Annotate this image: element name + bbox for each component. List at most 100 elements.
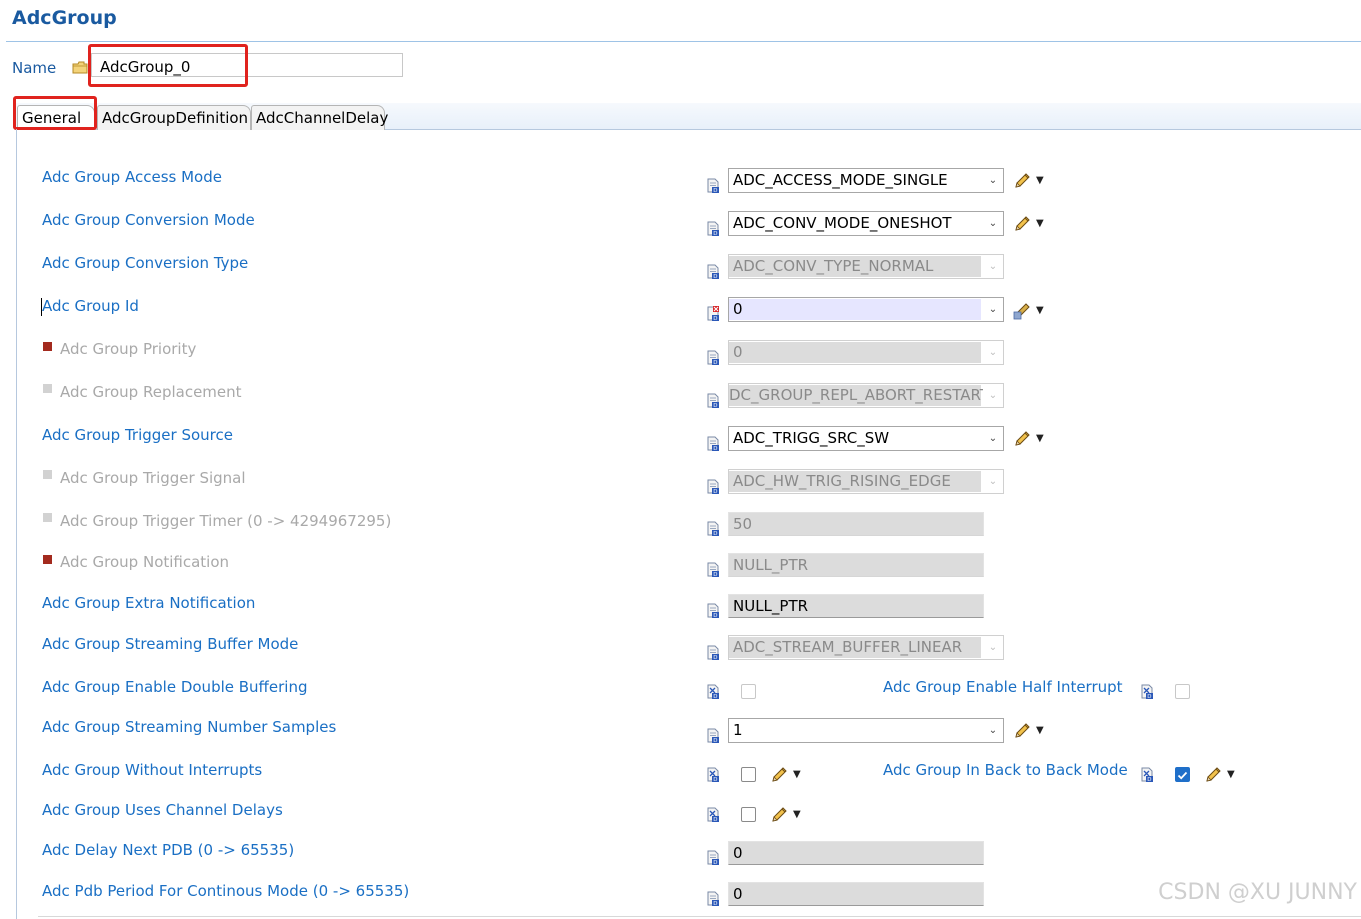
field-info-icon [707,562,720,577]
chevron-down-icon[interactable]: ⌄ [983,298,1003,321]
folder-icon [72,61,88,74]
replacement-select: DC_GROUP_REPL_ABORT_RESTART ⌄ [728,383,1004,408]
dropdown-arrow-icon[interactable]: ▼ [1036,175,1044,186]
bottom-divider [38,916,1361,917]
pdb-period-input[interactable]: 0 [728,882,984,906]
name-label: Name [12,59,57,77]
access-mode-value: ADC_ACCESS_MODE_SINGLE [733,171,948,189]
dropdown-arrow-icon[interactable]: ▼ [1227,769,1235,780]
field-boolean-icon [1141,767,1154,782]
field-info-icon [707,264,720,279]
streaming-buffer-mode-select: ADC_STREAM_BUFFER_LINEAR ⌄ [728,635,1004,660]
uses-channel-delays-checkbox[interactable] [741,807,756,822]
label-without-interrupts: Adc Group Without Interrupts [42,761,263,779]
field-boolean-icon [1141,684,1154,699]
dropdown-arrow-icon[interactable]: ▼ [793,769,801,780]
trigger-signal-select: ADC_HW_TRIG_RISING_EDGE ⌄ [728,469,1004,494]
chevron-down-icon: ⌄ [983,255,1003,278]
label-enable-double-buffering: Adc Group Enable Double Buffering [42,678,308,696]
field-info-icon [707,479,720,494]
check-icon [1177,771,1188,780]
field-info-icon [707,850,720,865]
tab-adcchanneldelay[interactable]: AdcChannelDelay [251,105,388,130]
dropdown-arrow-icon[interactable]: ▼ [1036,725,1044,736]
trigger-timer-input: 50 [728,512,984,536]
field-info-icon [707,521,720,536]
replacement-value: DC_GROUP_REPL_ABORT_RESTART [729,386,989,404]
pencil-edit-icon[interactable] [1013,172,1031,190]
label-extra-notification: Adc Group Extra Notification [42,594,256,612]
label-trigger-source: Adc Group Trigger Source [42,426,233,444]
chevron-down-icon[interactable]: ⌄ [983,719,1003,742]
trigger-source-select[interactable]: ADC_TRIGG_SRC_SW ⌄ [728,426,1004,451]
without-interrupts-checkbox[interactable] [741,767,756,782]
streaming-number-samples-select[interactable]: 1 ⌄ [728,718,1004,743]
label-group-id: Adc Group Id [42,297,139,315]
access-mode-select[interactable]: ADC_ACCESS_MODE_SINGLE ⌄ [728,168,1004,193]
chevron-down-icon: ⌄ [983,384,1003,407]
trigger-signal-value: ADC_HW_TRIG_RISING_EDGE [733,472,951,490]
label-priority: Adc Group Priority [60,340,197,358]
conversion-mode-value: ADC_CONV_MODE_ONESHOT [733,214,952,232]
enable-double-buffering-checkbox[interactable] [741,684,756,699]
priority-value: 0 [733,343,743,361]
pencil-edit-icon[interactable] [1204,766,1222,784]
name-highlight-box [88,44,248,87]
label-trigger-timer: Adc Group Trigger Timer (0 -> 4294967295… [60,512,392,530]
chevron-down-icon[interactable]: ⌄ [983,169,1003,192]
chevron-down-icon: ⌄ [983,470,1003,493]
watermark: CSDN @XU JUNNY [1158,880,1357,905]
pencil-edit-icon[interactable] [770,766,788,784]
dropdown-arrow-icon[interactable]: ▼ [1036,305,1044,316]
notification-input: NULL_PTR [728,553,984,577]
label-trigger-signal: Adc Group Trigger Signal [60,469,246,487]
delay-next-pdb-input[interactable]: 0 [728,841,984,865]
extra-notification-input[interactable]: NULL_PTR [728,594,984,618]
chevron-down-icon: ⌄ [983,341,1003,364]
field-info-icon [707,221,720,236]
optional-marker-icon [43,513,52,522]
required-marker-icon [43,555,52,564]
field-info-icon [707,350,720,365]
pencil-edit-icon[interactable] [1013,722,1031,740]
pencil-edit-icon[interactable] [1013,215,1031,233]
chevron-down-icon[interactable]: ⌄ [983,427,1003,450]
chevron-down-icon: ⌄ [983,636,1003,659]
enable-half-interrupt-checkbox[interactable] [1175,684,1190,699]
label-delay-next-pdb: Adc Delay Next PDB (0 -> 65535) [42,841,295,859]
field-info-icon [707,178,720,193]
dropdown-arrow-icon[interactable]: ▼ [1036,433,1044,444]
title-divider [6,41,1361,42]
field-error-icon [707,306,720,321]
pencil-edit-icon[interactable] [1013,302,1031,320]
optional-marker-icon [43,384,52,393]
chevron-down-icon[interactable]: ⌄ [983,212,1003,235]
field-info-icon [707,728,720,743]
panel-border [16,129,17,919]
label-back-to-back-mode: Adc Group In Back to Back Mode [883,761,1128,779]
label-streaming-buffer-mode: Adc Group Streaming Buffer Mode [42,635,299,653]
conversion-type-value: ADC_CONV_TYPE_NORMAL [733,257,934,275]
label-access-mode: Adc Group Access Mode [42,168,222,186]
tab-highlight-box [13,96,97,130]
label-notification: Adc Group Notification [60,553,230,571]
label-pdb-period: Adc Pdb Period For Continous Mode (0 -> … [42,882,410,900]
field-boolean-icon [707,807,720,822]
required-marker-icon [43,342,52,351]
conversion-type-select: ADC_CONV_TYPE_NORMAL ⌄ [728,254,1004,279]
priority-select: 0 ⌄ [728,340,1004,365]
group-id-select[interactable]: 0 ⌄ [728,297,1004,322]
field-info-icon [707,891,720,906]
tab-adcgroupdefinition[interactable]: AdcGroupDefinition [97,105,251,130]
field-boolean-icon [707,684,720,699]
label-conversion-mode: Adc Group Conversion Mode [42,211,255,229]
label-conversion-type: Adc Group Conversion Type [42,254,249,272]
pencil-edit-icon[interactable] [1013,430,1031,448]
page-title: AdcGroup [12,7,117,29]
conversion-mode-select[interactable]: ADC_CONV_MODE_ONESHOT ⌄ [728,211,1004,236]
pencil-edit-icon[interactable] [770,806,788,824]
dropdown-arrow-icon[interactable]: ▼ [793,809,801,820]
dropdown-arrow-icon[interactable]: ▼ [1036,218,1044,229]
back-to-back-mode-checkbox[interactable] [1175,767,1190,782]
field-info-icon [707,393,720,408]
